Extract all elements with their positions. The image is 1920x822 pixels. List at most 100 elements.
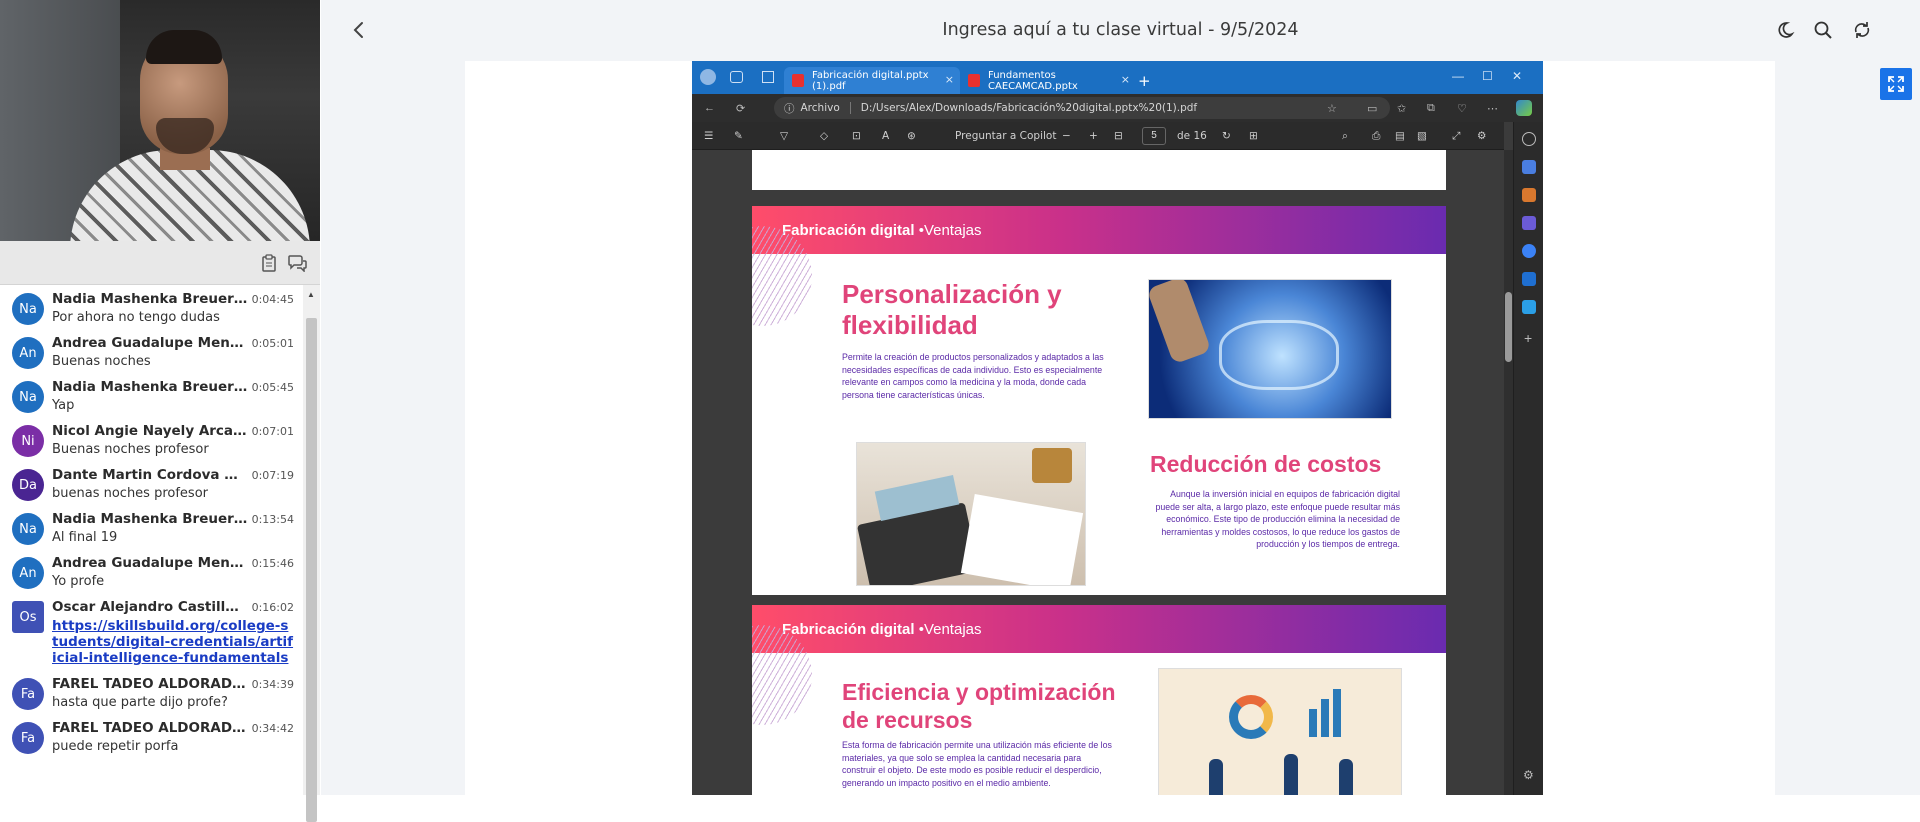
favorite-star-icon[interactable]: ☆: [1327, 102, 1337, 115]
search-icon[interactable]: [1522, 132, 1536, 146]
settings-icon[interactable]: ⚙: [1477, 130, 1486, 142]
fullscreen-pdf-icon[interactable]: ⤢: [1452, 130, 1460, 143]
chat-scrollbar-thumb[interactable]: [306, 318, 317, 822]
tab-pdf-2[interactable]: Fundamentos CAECAMCAD.pptx ×: [960, 67, 1136, 94]
sender-name: Nadia Mashenka Breuer ...: [52, 511, 248, 527]
slide-paragraph: Permite la creación de productos persona…: [842, 352, 1104, 400]
message-time: 0:07:01: [251, 425, 294, 438]
tools-icon[interactable]: [1522, 188, 1536, 202]
message-text: buenas noches profesor: [52, 486, 208, 501]
message-link[interactable]: https://skillsbuild.org/college-students…: [52, 618, 294, 666]
copilot-sidebar-icon[interactable]: [1522, 244, 1536, 258]
chat-scrollbar[interactable]: ▲: [303, 285, 320, 822]
zoom-in-button[interactable]: +: [1089, 130, 1098, 142]
pdf-scrollbar-thumb[interactable]: [1505, 292, 1512, 362]
slide-banner: Fabricación digital •Ventajas: [752, 206, 1446, 254]
message-time: 0:04:45: [251, 293, 294, 306]
message-time: 0:05:45: [251, 381, 294, 394]
heart-icon[interactable]: ♡: [1457, 102, 1467, 115]
address-url: D:/Users/Alex/Downloads/Fabricación%20di…: [860, 102, 1198, 114]
print-icon[interactable]: ⎙: [1372, 130, 1380, 143]
tab-actions-icon[interactable]: [762, 71, 774, 83]
read-aloud-icon[interactable]: A: [882, 130, 889, 142]
rotate-icon[interactable]: ↻: [1222, 130, 1231, 142]
expand-icon: [1888, 76, 1904, 92]
chat-bubbles-icon[interactable]: [287, 252, 309, 274]
shopping-icon[interactable]: [1522, 160, 1536, 174]
close-tab-icon[interactable]: ×: [1121, 73, 1130, 86]
avatar: An: [12, 557, 44, 589]
shared-screen: Fabricación digital.pptx (1).pdf × Funda…: [692, 61, 1543, 795]
zoom-out-button[interactable]: −: [1062, 130, 1071, 142]
new-tab-button[interactable]: +: [1132, 67, 1162, 94]
minimize-icon[interactable]: —: [1452, 69, 1464, 83]
slide-heading: Personalización y flexibilidad: [842, 279, 1062, 340]
message-time: 0:34:42: [251, 722, 294, 735]
contents-icon[interactable]: ☰: [704, 130, 713, 142]
maximize-icon[interactable]: ☐: [1482, 69, 1493, 83]
slide-heading-2: Reducción de costos: [1150, 451, 1382, 477]
sender-name: Oscar Alejandro Castillo ...: [52, 599, 248, 615]
text-box-icon[interactable]: ⊡: [852, 130, 861, 142]
eraser-icon[interactable]: ◇: [820, 130, 828, 142]
profile-icon[interactable]: [700, 69, 716, 85]
fullscreen-button[interactable]: [1880, 68, 1912, 100]
games-icon[interactable]: [1522, 216, 1536, 230]
more-icon[interactable]: ⋯: [1487, 102, 1498, 115]
message-text: Por ahora no tengo dudas: [52, 310, 220, 325]
3d-printed-part-image: [1148, 279, 1392, 419]
sync-icon[interactable]: [1851, 19, 1873, 41]
search-icon[interactable]: [1812, 19, 1834, 41]
save-as-icon[interactable]: ▧: [1417, 130, 1427, 142]
outlook-icon[interactable]: [1522, 272, 1536, 286]
copilot-icon[interactable]: [1516, 100, 1532, 116]
pdf-document[interactable]: Fabricación digital •Ventajas Personaliz…: [692, 150, 1504, 795]
chat-message: Fa FAREL TADEO ALDORADI... 0:34:39 hasta qu…: [0, 670, 302, 714]
scroll-up-icon[interactable]: ▲: [307, 290, 315, 299]
pdf-page-slide-1: Fabricación digital •Ventajas Personaliz…: [752, 206, 1446, 595]
refresh-icon[interactable]: ⟳: [736, 102, 745, 115]
message-time: 0:15:46: [251, 557, 294, 570]
header-bar: Ingresa aquí a tu clase virtual - 9/5/20…: [321, 0, 1920, 60]
clipboard-icon[interactable]: [258, 252, 280, 274]
reader-icon[interactable]: ▭: [1367, 102, 1377, 115]
collections-icon[interactable]: ⧉: [1427, 102, 1435, 115]
back-icon[interactable]: ←: [704, 102, 715, 114]
draw-icon[interactable]: ✎: [734, 130, 743, 142]
ask-copilot-button[interactable]: Preguntar a Copilot: [955, 130, 1056, 142]
translate-icon[interactable]: ⊛: [907, 130, 916, 142]
avatar: Fa: [12, 678, 44, 710]
left-panel: Na Nadia Mashenka Breuer ... 0:04:45 Por ah…: [0, 0, 320, 822]
slide-heading: Eficiencia y optimización de recursos: [842, 679, 1116, 733]
chat-message: Na Nadia Mashenka Breuer ... 0:05:45 Yap: [0, 373, 302, 417]
moon-icon[interactable]: [1773, 19, 1795, 41]
settings-icon[interactable]: ⚙: [1523, 768, 1534, 782]
pdf-scrollbar[interactable]: [1504, 150, 1513, 795]
page-number-input[interactable]: 5: [1142, 127, 1166, 145]
highlight-icon[interactable]: ▽: [780, 130, 788, 142]
fit-page-icon[interactable]: ⊟: [1114, 130, 1123, 142]
send-icon[interactable]: [1522, 300, 1536, 314]
address-bar-row: ← ⟳ ⓘ Archivo D:/Users/Alex/Downloads/Fa…: [692, 94, 1543, 122]
favorites-icon[interactable]: ✩: [1397, 102, 1406, 115]
find-icon[interactable]: ⌕: [1342, 130, 1348, 143]
message-time: 0:07:19: [251, 469, 294, 482]
pdf-page-previous: [752, 150, 1446, 190]
add-icon[interactable]: +: [1524, 330, 1532, 346]
sender-name: Dante Martin Cordova M...: [52, 467, 248, 483]
close-window-icon[interactable]: ✕: [1512, 69, 1522, 83]
slide-banner: Fabricación digital •Ventajas: [752, 605, 1446, 653]
address-bar[interactable]: ⓘ Archivo D:/Users/Alex/Downloads/Fabric…: [774, 97, 1390, 119]
workspaces-icon[interactable]: [730, 71, 743, 83]
sender-name: Andrea Guadalupe Mena...: [52, 555, 248, 571]
page-view-icon[interactable]: ⊞: [1249, 130, 1258, 142]
tab-pdf-active[interactable]: Fabricación digital.pptx (1).pdf ×: [784, 67, 960, 94]
sender-name: Nicol Angie Nayely Arcan...: [52, 423, 248, 439]
info-icon: ⓘ: [784, 102, 795, 115]
message-time: 0:05:01: [251, 337, 294, 350]
sender-name: Nadia Mashenka Breuer ...: [52, 291, 248, 307]
pdf-page-slide-2: Fabricación digital •Ventajas Eficiencia…: [752, 605, 1446, 795]
page-title: Ingresa aquí a tu clase virtual - 9/5/20…: [942, 20, 1299, 40]
close-tab-icon[interactable]: ×: [945, 73, 954, 86]
save-icon[interactable]: ▤: [1395, 130, 1405, 142]
